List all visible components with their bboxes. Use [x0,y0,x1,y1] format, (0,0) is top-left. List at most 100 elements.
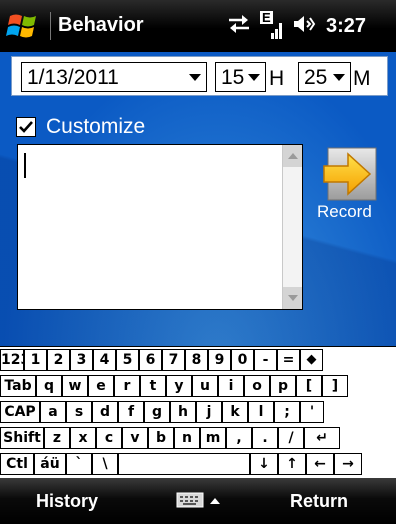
left-arrow-key[interactable]: ← [306,453,334,475]
chevron-down-icon [288,295,298,301]
key[interactable]: ; [274,401,300,423]
key[interactable]: 3 [70,349,93,371]
customize-option[interactable]: Customize [16,115,145,139]
minute-value: 25 [304,66,328,89]
key[interactable]: . [252,427,278,449]
key[interactable]: k [222,401,248,423]
keyboard-icon[interactable] [176,490,224,512]
key[interactable]: ` [66,453,92,475]
key[interactable]: 7 [162,349,185,371]
key[interactable]: u [192,375,218,397]
memo-scrollbar[interactable] [282,145,302,309]
key[interactable]: = [277,349,300,371]
up-arrow-key[interactable]: ↑ [278,453,306,475]
key[interactable]: c [96,427,122,449]
key[interactable]: w [62,375,88,397]
key[interactable]: 6 [139,349,162,371]
date-picker[interactable]: 1/13/2011 [21,62,207,92]
key[interactable]: d [92,401,118,423]
hour-unit-label: H [269,67,285,90]
key[interactable]: q [36,375,62,397]
key[interactable]: n [174,427,200,449]
chevron-down-icon [248,74,260,81]
key[interactable]: m [200,427,226,449]
shift-key[interactable]: Shift [0,427,44,449]
schedule-row: 1/13/2011 15 H 25 M [11,56,388,96]
key[interactable]: s [66,401,92,423]
right-arrow-key[interactable]: → [334,453,362,475]
clock[interactable]: 3:27 [326,15,366,38]
history-softkey[interactable]: History [36,491,98,512]
down-arrow-key[interactable]: ↓ [250,453,278,475]
key[interactable]: v [122,427,148,449]
chevron-up-icon [288,153,298,159]
sync-icon[interactable] [226,13,252,40]
key[interactable]: f [118,401,144,423]
key[interactable]: r [114,375,140,397]
key[interactable]: o [244,375,270,397]
signal-icon[interactable]: E [260,11,284,41]
caps-key[interactable]: CAP [0,401,40,423]
date-value: 1/13/2011 [27,66,119,89]
tab-key[interactable]: Tab [0,375,36,397]
enter-key[interactable]: ↵ [304,427,340,449]
key[interactable]: 1 [24,349,47,371]
accents-key[interactable]: áü [34,453,66,475]
minute-unit-label: M [353,67,371,90]
text-caret [24,153,26,178]
record-button[interactable]: Record [316,142,384,228]
customize-checkbox[interactable] [16,117,36,137]
return-softkey[interactable]: Return [290,491,348,512]
key[interactable]: p [270,375,296,397]
key[interactable]: t [140,375,166,397]
scroll-up-button[interactable] [283,145,302,167]
hour-value: 15 [221,66,245,89]
arrow-right-icon [322,146,378,207]
behavior-form: 1/13/2011 15 H 25 M Customize Record [0,52,396,346]
status-area[interactable]: E 3:27 [226,8,366,44]
key[interactable]: i [218,375,244,397]
key[interactable]: \ [92,453,118,475]
key[interactable]: g [144,401,170,423]
minute-select[interactable]: 25 [298,62,351,92]
app-title: Behavior [58,14,144,36]
key[interactable]: 4 [93,349,116,371]
key[interactable]: / [278,427,304,449]
title-separator [50,12,51,40]
key[interactable]: [ [296,375,322,397]
key[interactable]: 9 [208,349,231,371]
key[interactable]: e [88,375,114,397]
numeric-key[interactable]: 123 [0,349,24,371]
soft-keyboard: 1231234567890-=◆Tabqwertyuiop[]CAPasdfgh… [0,346,396,478]
key[interactable]: - [254,349,277,371]
record-label: Record [317,202,372,221]
key[interactable]: l [248,401,274,423]
key[interactable]: x [70,427,96,449]
title-bar: Behavior E 3:27 [0,0,396,52]
key[interactable]: z [44,427,70,449]
key[interactable]: , [226,427,252,449]
softkey-bar: History Return [0,478,396,524]
key[interactable]: b [148,427,174,449]
key[interactable]: 0 [231,349,254,371]
speaker-icon[interactable] [292,13,316,40]
scroll-down-button[interactable] [283,287,302,309]
key[interactable]: ] [322,375,348,397]
message-textarea[interactable] [17,144,303,310]
customize-label[interactable]: Customize [46,115,145,139]
chevron-down-icon [189,74,201,81]
key[interactable]: y [166,375,192,397]
ctrl-key[interactable]: Ctl [0,453,34,475]
space-key[interactable] [118,453,250,475]
windows-logo-icon[interactable] [6,10,42,42]
backspace-key[interactable]: ◆ [300,349,323,371]
key[interactable]: 2 [47,349,70,371]
hour-select[interactable]: 15 [215,62,266,92]
key[interactable]: a [40,401,66,423]
chevron-down-icon [333,74,345,81]
key[interactable]: j [196,401,222,423]
key[interactable]: h [170,401,196,423]
key[interactable]: 8 [185,349,208,371]
key[interactable]: 5 [116,349,139,371]
key[interactable]: ' [300,401,324,423]
